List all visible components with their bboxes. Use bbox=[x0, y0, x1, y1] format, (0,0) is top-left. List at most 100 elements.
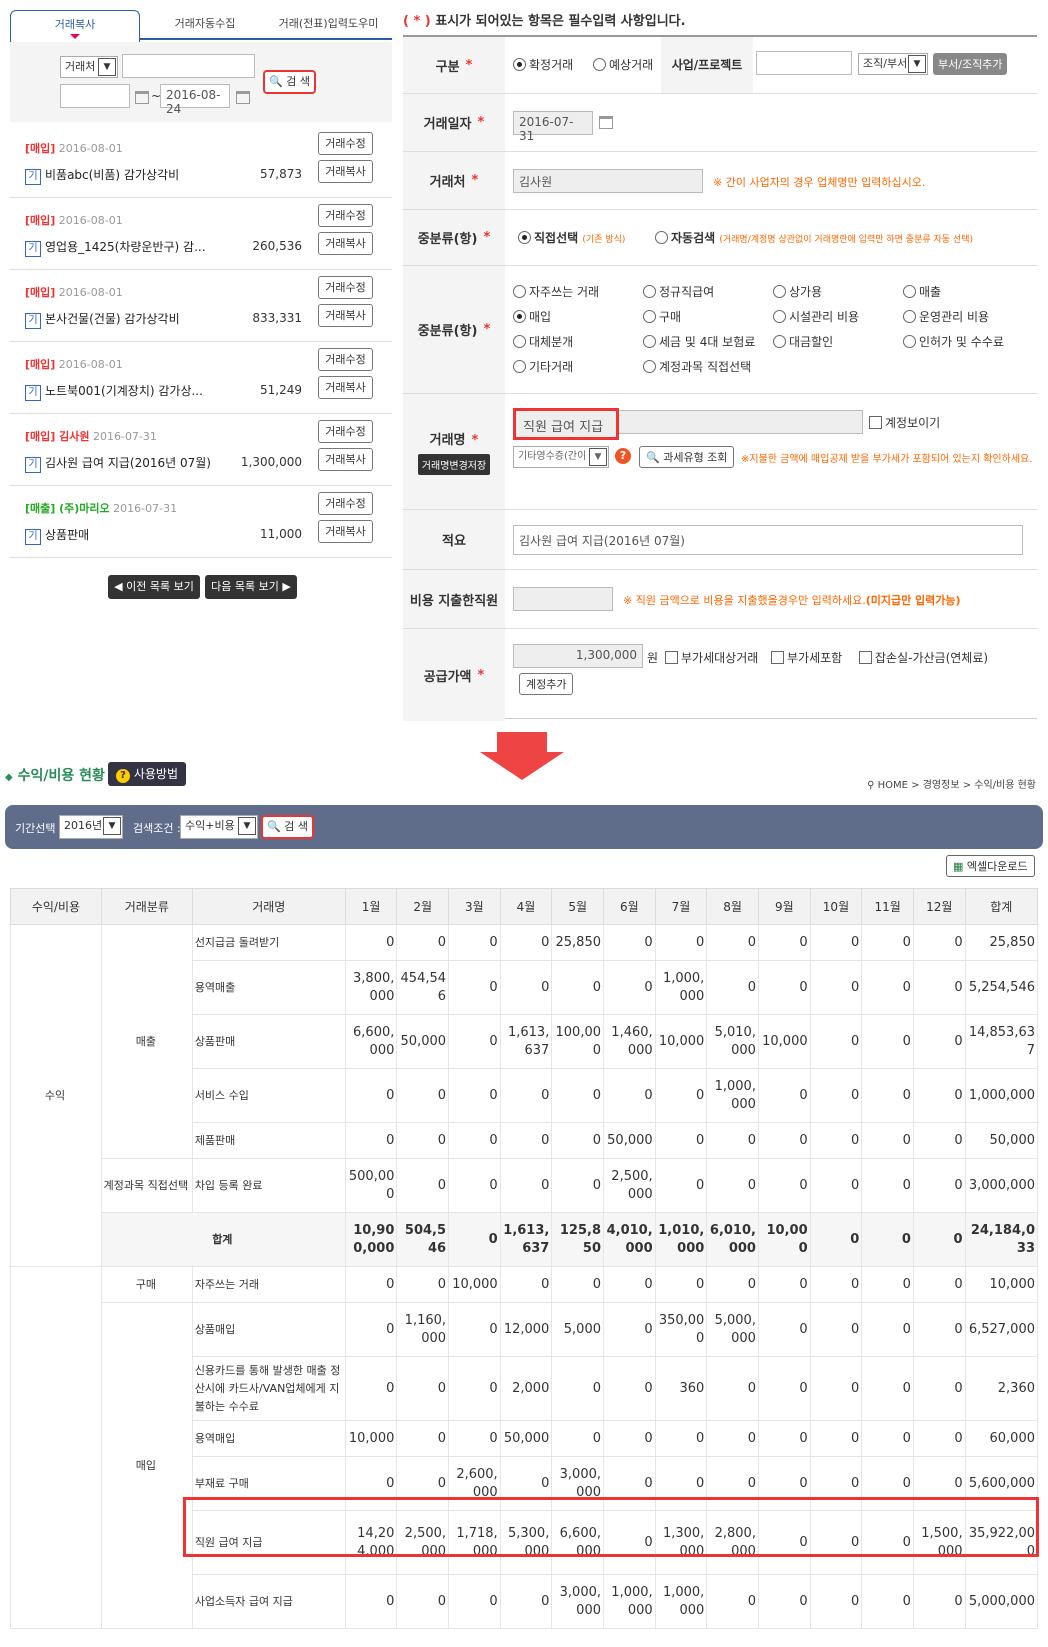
value-cell: 454,546 bbox=[396, 960, 450, 1015]
radio-expected[interactable]: 예상거래 bbox=[593, 56, 653, 73]
prev-list-button[interactable]: ◀ 이전 목록 보기 bbox=[108, 575, 200, 599]
required-note: ( * ) 표시가 되어있는 항목은 필수입력 사항입니다. bbox=[403, 10, 686, 29]
category-option[interactable]: 대체분개 bbox=[513, 333, 573, 350]
row-supply: 공급가액 * 1,300,000 원 부가세대상거래 부가세포함 잡손실-가산금(… bbox=[403, 629, 1037, 721]
copy-button[interactable]: 거래복사 bbox=[318, 448, 373, 471]
value-cell: 0 bbox=[603, 1068, 656, 1123]
category-option[interactable]: 대금할인 bbox=[773, 333, 833, 350]
col-header: 3월 bbox=[448, 888, 501, 925]
field-label: 거래처 * bbox=[403, 152, 505, 209]
value-cell: 0 bbox=[757, 924, 811, 961]
value-cell: 0 bbox=[861, 924, 914, 961]
value-cell: 0 bbox=[757, 1302, 811, 1357]
value-cell: 0 bbox=[344, 1456, 398, 1511]
value-cell: 0 bbox=[654, 1266, 708, 1303]
breadcrumb-text: HOME > 경영정보 > 수익/비용 현황 bbox=[877, 780, 1036, 791]
group-cell: 수익 bbox=[10, 924, 102, 1267]
category-option[interactable]: 구매 bbox=[643, 308, 681, 325]
tab-helper[interactable]: 거래(전표)입력도우미 bbox=[265, 10, 392, 40]
copy-button[interactable]: 거래복사 bbox=[318, 520, 373, 543]
category-option[interactable]: 시설관리 비용 bbox=[773, 308, 859, 325]
category-option[interactable]: 정규직급여 bbox=[643, 283, 714, 300]
required-star: * bbox=[483, 230, 491, 245]
employee-input[interactable] bbox=[513, 587, 613, 611]
category-option[interactable]: 세금 및 4대 보험료 bbox=[643, 333, 755, 350]
help-icon[interactable]: ? bbox=[615, 448, 631, 464]
edit-button[interactable]: 거래수정 bbox=[318, 348, 373, 371]
category-option[interactable]: 매출 bbox=[903, 283, 941, 300]
radio-direct[interactable]: 직접선택 (기존 방식) bbox=[518, 229, 625, 246]
calendar-icon[interactable] bbox=[599, 116, 613, 129]
value-cell: 0 bbox=[809, 1574, 863, 1629]
add-org-button[interactable]: 부서/조직추가 bbox=[933, 53, 1008, 75]
category-option[interactable]: 자주쓰는 거래 bbox=[513, 283, 599, 300]
late-fee-checkbox[interactable]: 잡손실-가산금(연체료) bbox=[859, 649, 988, 666]
report-search-button[interactable]: 🔍 검 색 bbox=[261, 815, 314, 839]
supply-input[interactable]: 1,300,000 bbox=[513, 644, 643, 668]
value-cell: 0 bbox=[809, 924, 863, 961]
value-cell: 50,000 bbox=[396, 1014, 450, 1069]
item-name-text: 노트북001(기계장치) 감가상... bbox=[45, 384, 203, 398]
copy-button[interactable]: 거래복사 bbox=[318, 304, 373, 327]
add-account-button[interactable]: 계정추가 bbox=[519, 673, 574, 695]
value-cell: 0 bbox=[757, 1266, 811, 1303]
edit-button[interactable]: 거래수정 bbox=[318, 420, 373, 443]
radio-confirmed[interactable]: 확정거래 bbox=[513, 56, 573, 73]
chevron-down-icon: ▼ bbox=[908, 55, 926, 73]
year-select[interactable]: 2016년 ▼ bbox=[59, 815, 123, 839]
search-button[interactable]: 🔍 검 색 bbox=[263, 70, 316, 94]
tab-copy[interactable]: 거래복사 bbox=[10, 10, 140, 42]
project-input[interactable] bbox=[756, 51, 852, 75]
row-employee: 비용 지출한직원 ※ 직원 금액으로 비용을 지출했을경우만 입력하세요.(미지… bbox=[403, 570, 1037, 629]
copy-button[interactable]: 거래복사 bbox=[318, 376, 373, 399]
calendar-icon[interactable] bbox=[135, 91, 149, 104]
category-option[interactable]: 기타거래 bbox=[513, 358, 573, 375]
org-select[interactable]: 조직/부서 ▼ bbox=[858, 53, 928, 75]
save-name-button[interactable]: 거래명변경저장 bbox=[417, 453, 491, 475]
receipt-select[interactable]: 기타영수증(간이 ▼ bbox=[513, 446, 609, 468]
edit-button[interactable]: 거래수정 bbox=[318, 276, 373, 299]
class-cell: 계정과목 직접선택 bbox=[100, 1158, 193, 1213]
vat-target-checkbox[interactable]: 부가세대상거래 bbox=[665, 649, 758, 666]
category-option[interactable]: 매입 bbox=[513, 308, 551, 325]
radio-auto[interactable]: 자동검색 (거래명/계정명 상관없이 거래명란에 입력만 하면 중분류 자동 선… bbox=[655, 229, 973, 246]
value-cell: 0 bbox=[448, 1302, 501, 1357]
show-account-checkbox[interactable]: 계정보이기 bbox=[869, 414, 940, 431]
tax-type-button[interactable]: 🔍 과세유형 조회 bbox=[639, 446, 735, 468]
copy-button[interactable]: 거래복사 bbox=[318, 160, 373, 183]
category-option[interactable]: 계정과목 직접선택 bbox=[643, 358, 751, 375]
category-option[interactable]: 운영관리 비용 bbox=[903, 308, 989, 325]
excel-download-button[interactable]: ▦ 엑셀다운로드 bbox=[946, 855, 1035, 877]
help-button[interactable]: ? 사용방법 bbox=[108, 762, 186, 786]
search-keyword-input[interactable] bbox=[122, 54, 255, 78]
tab-auto-collect[interactable]: 거래자동수집 bbox=[145, 10, 265, 40]
date-input[interactable]: 2016-07-31 bbox=[513, 111, 593, 143]
item-name: 기 상품판매 bbox=[25, 526, 245, 545]
item-tag: [매입] bbox=[25, 214, 56, 227]
item-tag: [매입] bbox=[25, 358, 56, 371]
search-type-select[interactable]: 거래처 ▼ bbox=[60, 56, 118, 78]
col-header: 12월 bbox=[912, 888, 966, 925]
value-cell: 0 bbox=[861, 1574, 914, 1629]
calendar-icon[interactable] bbox=[236, 91, 250, 104]
category-option[interactable]: 인허가 및 수수료 bbox=[903, 333, 1004, 350]
edit-button[interactable]: 거래수정 bbox=[318, 492, 373, 515]
value-cell: 5,010,000 bbox=[706, 1014, 759, 1069]
edit-button[interactable]: 거래수정 bbox=[318, 204, 373, 227]
vat-included-checkbox[interactable]: 부가세포함 bbox=[771, 649, 842, 666]
partner-input[interactable]: 김사원 bbox=[513, 169, 703, 193]
value-cell: 0 bbox=[396, 1356, 450, 1421]
copy-button[interactable]: 거래복사 bbox=[318, 232, 373, 255]
date-from-input[interactable] bbox=[60, 84, 130, 108]
value-cell: 0 bbox=[499, 924, 553, 961]
summary-input[interactable]: 김사원 급여 지급(2016년 07월) bbox=[513, 525, 1023, 555]
value-cell: 500,000 bbox=[344, 1158, 398, 1213]
date-to-input[interactable]: 2016-08-24 bbox=[160, 84, 230, 116]
name-input-value[interactable]: 직원 급여 지급 bbox=[513, 408, 619, 440]
edit-button[interactable]: 거래수정 bbox=[318, 132, 373, 155]
next-list-button[interactable]: 다음 목록 보기 ▶ bbox=[205, 575, 297, 599]
category-option[interactable]: 상가용 bbox=[773, 283, 822, 300]
condition-select[interactable]: 수익+비용 ▼ bbox=[180, 815, 258, 839]
radio-icon bbox=[903, 310, 916, 323]
radio-icon bbox=[643, 285, 656, 298]
